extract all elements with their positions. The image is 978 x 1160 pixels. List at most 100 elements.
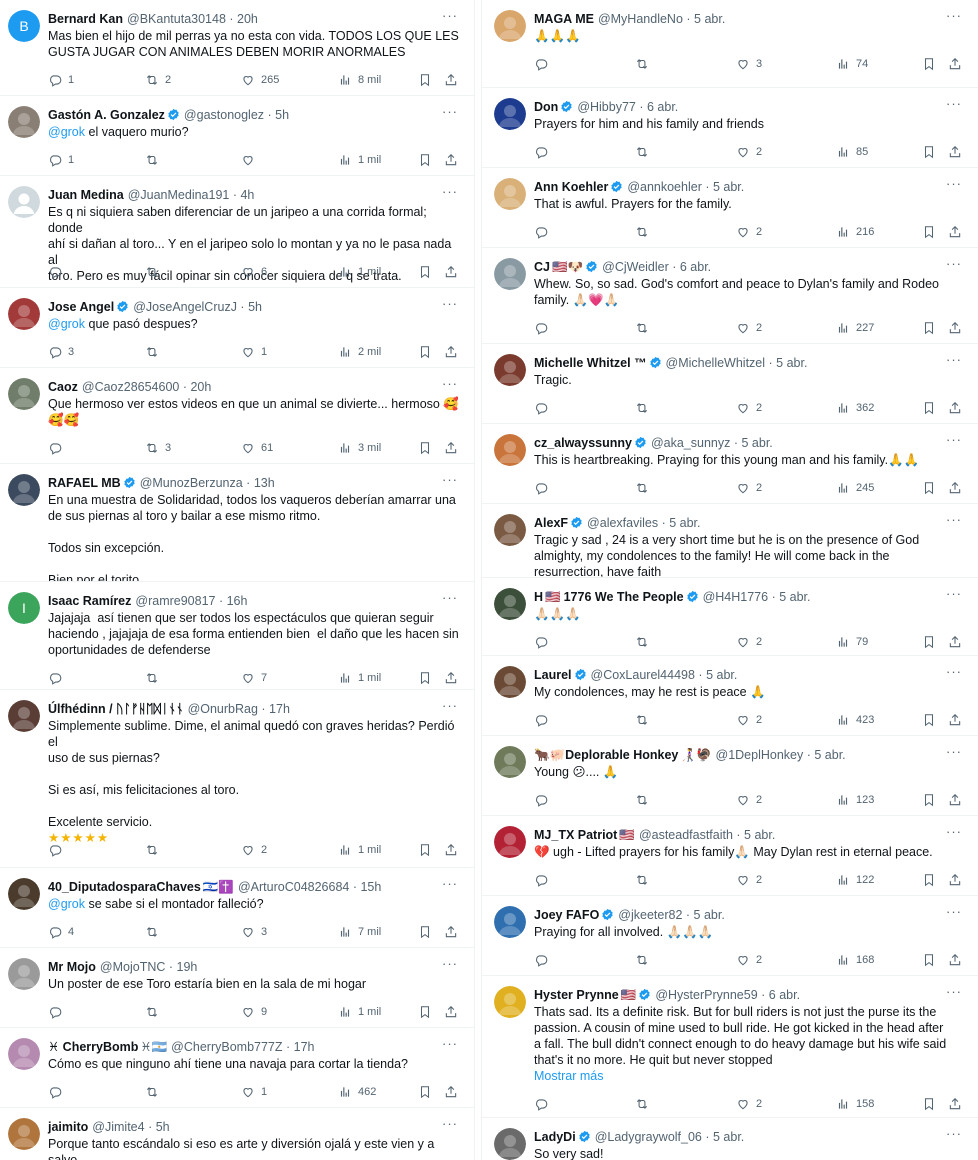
share-button[interactable] [948,634,962,650]
bookmark-button[interactable] [418,924,432,940]
repost-button[interactable] [145,924,165,940]
display-name[interactable]: Jose Angel [48,300,114,314]
share-button[interactable] [948,792,962,808]
views-button[interactable]: 79 [836,634,868,650]
share-button[interactable] [444,1084,458,1100]
reply-tweet[interactable]: RAFAEL MB @MunozBerzunza · 13h ··· En una m… [0,464,474,582]
reply-tweet[interactable]: MJ_TX Patriot 🇺🇸 @asteadfastfaith · 5 abr.… [482,816,978,896]
avatar[interactable] [494,354,526,386]
bookmark-button[interactable] [418,670,432,686]
share-button[interactable] [444,670,458,686]
reply-tweet[interactable]: Michelle Whitzel ™ @MichelleWhitzel · 5 a… [482,344,978,424]
bookmark-button[interactable] [418,1084,432,1100]
like-button[interactable]: 3 [241,924,267,940]
bookmark-button[interactable] [418,152,432,168]
repost-button[interactable] [635,712,655,728]
avatar[interactable] [494,906,526,938]
reply-tweet[interactable]: B Bernard Kan @BKantuta30148 · 20h ··· Mas b… [0,0,474,96]
more-icon[interactable]: ··· [946,96,962,111]
reply-button[interactable] [534,952,554,968]
display-name[interactable]: LadyDi [534,1130,576,1144]
timestamp[interactable]: 5 abr. [779,590,810,604]
reply-button[interactable] [48,1084,68,1100]
more-icon[interactable]: ··· [442,956,458,971]
reply-button[interactable] [48,670,68,686]
views-button[interactable]: 158 [836,1096,874,1112]
user-handle[interactable]: @JuanMedina191 [128,188,230,202]
more-icon[interactable]: ··· [442,876,458,891]
bookmark-button[interactable] [922,56,936,72]
avatar[interactable] [8,958,40,990]
display-name[interactable]: Bernard Kan [48,12,123,26]
like-button[interactable]: 6 [241,264,267,280]
display-name[interactable]: jaimito [48,1120,88,1134]
display-name[interactable]: Don [534,100,558,114]
reply-button[interactable] [48,842,68,858]
more-icon[interactable]: ··· [946,8,962,23]
reply-tweet[interactable]: Úlfhédinn / ᚢᛚᚠᚺᛖᛞᛁᚾᚾ @OnurbRag · 17h ··· S… [0,690,474,868]
avatar[interactable] [494,1128,526,1160]
more-icon[interactable]: ··· [442,296,458,311]
timestamp[interactable]: 5 abr. [694,908,725,922]
like-button[interactable]: 2 [736,712,762,728]
repost-button[interactable] [635,400,655,416]
bookmark-button[interactable] [922,1096,936,1112]
reply-button[interactable] [534,320,554,336]
repost-button[interactable] [635,634,655,650]
repost-button[interactable] [635,56,655,72]
like-button[interactable]: 1 [241,1084,267,1100]
more-icon[interactable]: ··· [442,1036,458,1051]
avatar[interactable] [494,178,526,210]
reply-tweet[interactable]: AlexF @alexfaviles · 5 abr. ··· Tragic y sa… [482,504,978,578]
repost-button[interactable] [635,1096,655,1112]
display-name[interactable]: Isaac Ramírez [48,594,131,608]
timestamp[interactable]: 5 abr. [713,1130,744,1144]
timestamp[interactable]: 15h [360,880,381,894]
display-name[interactable]: Mr Mojo [48,960,96,974]
like-button[interactable]: 2 [736,872,762,888]
user-handle[interactable]: @MunozBerzunza [140,476,243,490]
like-button[interactable]: 265 [241,72,279,88]
mention-link[interactable]: @grok [48,125,85,139]
share-button[interactable] [948,400,962,416]
timestamp[interactable]: 17h [269,702,290,716]
repost-button[interactable] [145,1084,165,1100]
bookmark-button[interactable] [922,712,936,728]
avatar[interactable] [8,106,40,138]
more-icon[interactable]: ··· [946,352,962,367]
reply-tweet[interactable]: Jose Angel @JoseAngelCruzJ · 5h ··· @grok q… [0,288,474,368]
repost-button[interactable] [635,224,655,240]
user-handle[interactable]: @JoseAngelCruzJ [133,300,237,314]
views-button[interactable]: 74 [836,56,868,72]
bookmark-button[interactable] [922,872,936,888]
mention-link[interactable]: @grok [48,317,85,331]
bookmark-button[interactable] [418,344,432,360]
reply-tweet[interactable]: Don @Hibby77 · 6 abr. ··· Prayers for him a… [482,88,978,168]
more-icon[interactable]: ··· [442,1116,458,1131]
timestamp[interactable]: 20h [237,12,258,26]
timestamp[interactable]: 16h [227,594,248,608]
share-button[interactable] [948,144,962,160]
views-button[interactable]: 123 [836,792,874,808]
share-button[interactable] [444,264,458,280]
avatar[interactable] [8,1038,40,1070]
timestamp[interactable]: 5 abr. [694,12,725,26]
reply-button[interactable] [534,56,554,72]
more-icon[interactable]: ··· [442,698,458,713]
reply-button[interactable] [534,400,554,416]
display-name[interactable]: AlexF [534,516,568,530]
more-icon[interactable]: ··· [946,256,962,271]
like-button[interactable]: 9 [241,1004,267,1020]
like-button[interactable]: 2 [736,224,762,240]
avatar[interactable] [8,474,40,506]
views-button[interactable]: 168 [836,952,874,968]
more-icon[interactable]: ··· [442,590,458,605]
like-button[interactable]: 2 [736,952,762,968]
reply-tweet[interactable]: LadyDi @Ladygraywolf_06 · 5 abr. ··· So ver… [482,1118,978,1160]
timestamp[interactable]: 5 abr. [741,436,772,450]
reply-tweet[interactable]: H 🇺🇸 1776 We The People @H4H1776 · 5 abr. ··… [482,578,978,656]
reply-button[interactable] [534,792,554,808]
bookmark-button[interactable] [418,440,432,456]
avatar[interactable] [494,258,526,290]
more-icon[interactable]: ··· [442,104,458,119]
